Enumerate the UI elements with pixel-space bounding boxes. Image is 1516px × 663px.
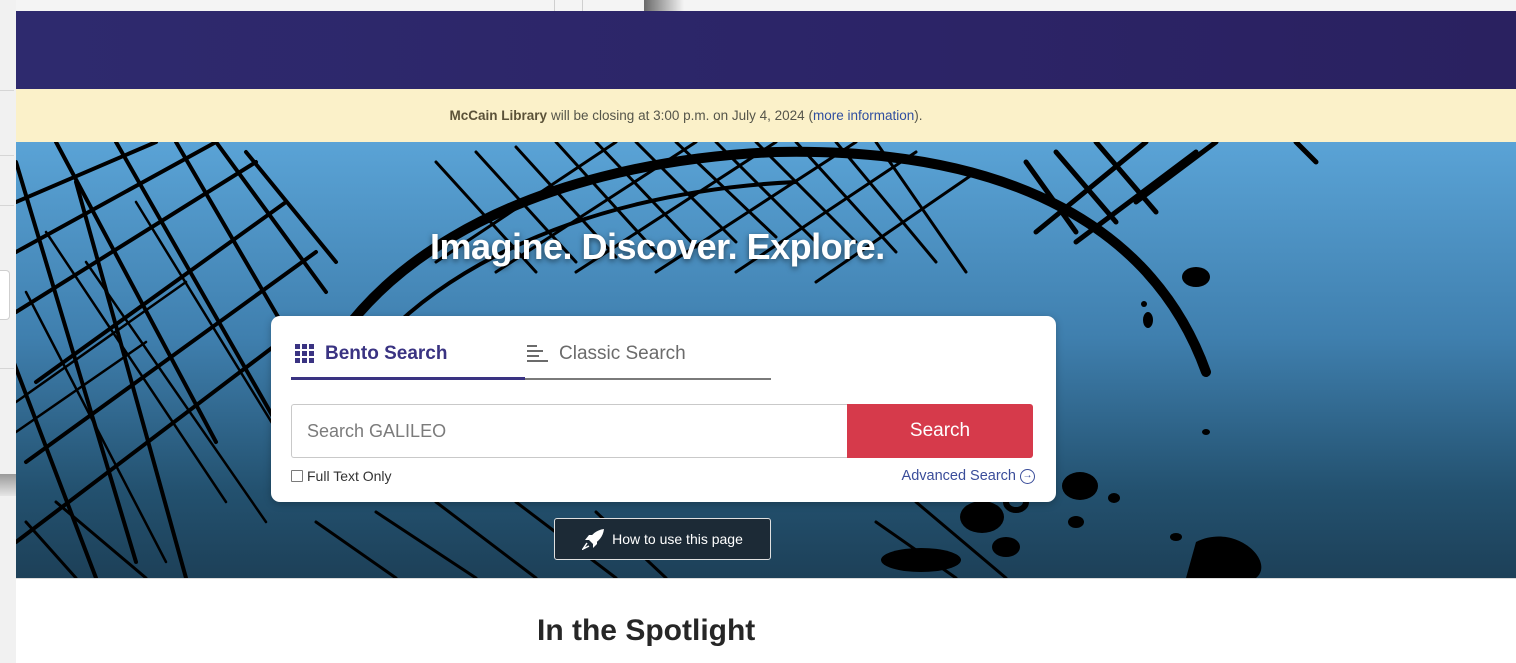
rocket-icon	[582, 528, 606, 550]
hero-title: Imagine. Discover. Explore.	[430, 226, 885, 267]
tab-classic-label: Classic Search	[559, 343, 686, 364]
alert-message: will be closing at 3:00 p.m. on July 4, …	[551, 108, 805, 123]
arrow-right-circle-icon: →	[1020, 468, 1035, 484]
alert-link-close: ).	[914, 108, 923, 123]
alert-library-name: McCain Library	[449, 108, 548, 123]
advanced-search-link[interactable]: Advanced Search →	[902, 468, 1035, 484]
search-card: Bento Search Classic Search Search GALIL…	[271, 316, 1056, 502]
more-information-link[interactable]: more information	[813, 108, 914, 123]
advanced-search-label: Advanced Search	[901, 468, 1016, 484]
left-backdrop	[0, 0, 16, 663]
grid-icon	[295, 344, 315, 364]
search-button[interactable]: Search	[847, 404, 1033, 458]
spotlight-heading: In the Spotlight	[537, 614, 756, 647]
site-header	[16, 11, 1516, 89]
how-to-use-button[interactable]: How to use this page	[554, 518, 771, 560]
search-row: Search	[291, 404, 1034, 458]
search-tabs: Bento Search Classic Search	[291, 330, 771, 380]
section-divider	[16, 578, 1516, 579]
alert-banner: McCain Library will be closing at 3:00 p…	[16, 89, 1516, 142]
full-text-label: Full Text Only	[307, 468, 392, 484]
tab-classic-search[interactable]: Classic Search	[527, 330, 686, 378]
page: McCain Library will be closing at 3:00 p…	[0, 0, 1516, 663]
list-lines-icon	[527, 344, 549, 364]
full-text-only-option[interactable]: Full Text Only	[291, 468, 392, 484]
how-to-use-label: How to use this page	[612, 531, 743, 547]
tab-bento-label: Bento Search	[325, 343, 448, 364]
hero-banner: Imagine. Discover. Explore. Bento Search…	[16, 142, 1516, 578]
tab-bento-search[interactable]: Bento Search	[291, 330, 525, 380]
search-input[interactable]	[291, 404, 847, 458]
side-panel-handle[interactable]	[0, 270, 10, 320]
full-text-checkbox[interactable]	[291, 470, 303, 482]
